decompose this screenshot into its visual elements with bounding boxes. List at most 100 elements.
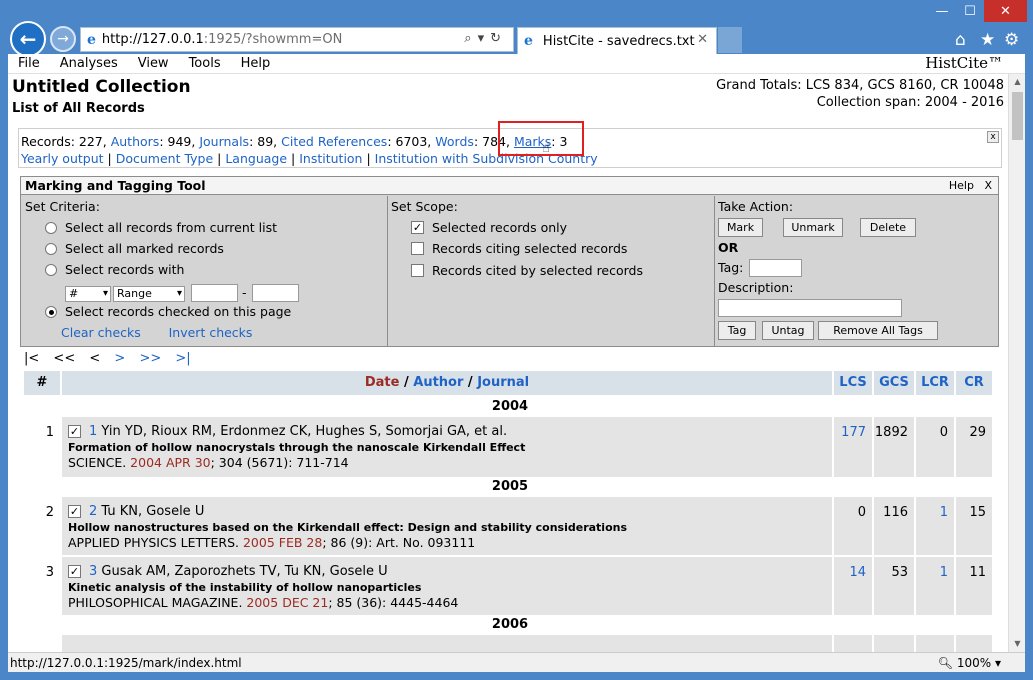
favorites-star-icon[interactable]: ★	[980, 30, 995, 50]
record-lcr-link[interactable]: 1	[940, 505, 948, 520]
checkbox[interactable]	[411, 242, 424, 255]
authors-link[interactable]: Authors	[111, 134, 160, 149]
record-lcr-link[interactable]: 1	[940, 565, 948, 580]
page-viewport: File Analyses View Tools Help HistCite™ …	[8, 54, 1025, 652]
checkbox-checked[interactable]: ✓	[411, 221, 424, 234]
record-lcs-link[interactable]: 177	[841, 425, 866, 440]
maximize-button[interactable]: ☐	[956, 0, 984, 22]
marking-tool-header-actions: Help X	[949, 177, 992, 195]
delete-button[interactable]: Delete	[860, 218, 916, 237]
journals-link[interactable]: Journals	[199, 134, 249, 149]
search-refresh-icons[interactable]: ⌕▾↻	[464, 31, 507, 46]
scroll-down-icon[interactable]: ▼	[1009, 636, 1025, 652]
sort-by-journal-link[interactable]: Journal	[477, 375, 529, 390]
address-bar[interactable]: e http://127.0.0.1:1925/?showmm=ON ⌕▾↻	[80, 27, 514, 52]
criteria-label: Set Criteria:	[25, 199, 100, 214]
record-checkbox-checked[interactable]: ✓	[68, 425, 81, 438]
sort-by-lcr-link[interactable]: LCR	[921, 375, 949, 390]
tab-close-icon[interactable]: ✕	[697, 32, 708, 47]
gear-icon[interactable]: ⚙	[1004, 30, 1019, 50]
authors-count: : 949,	[159, 134, 196, 149]
pager-prev-10[interactable]: <<	[53, 351, 75, 366]
criteria-label-text: Select records checked on this page	[65, 304, 292, 319]
sort-by-date-link[interactable]: Date	[365, 375, 400, 390]
radio-button-selected[interactable]	[45, 305, 57, 318]
stats-close-button[interactable]: x	[987, 131, 999, 143]
range-from-input[interactable]	[191, 284, 238, 302]
radio-button[interactable]	[45, 242, 57, 255]
pager-next[interactable]: >	[114, 351, 125, 366]
criteria-checked-on-page[interactable]: Select records checked on this page	[45, 304, 291, 319]
record-authors: Tu KN, Gosele U	[101, 504, 205, 519]
browser-tab[interactable]: e HistCite - savedrecs.txt ✕	[517, 27, 717, 54]
record-checkbox-checked[interactable]: ✓	[68, 565, 81, 578]
record-id-link[interactable]: 3	[89, 564, 97, 579]
menu-tools[interactable]: Tools	[179, 56, 231, 71]
scope-selected-only[interactable]: ✓ Selected records only	[411, 220, 567, 235]
marking-help-link[interactable]: Help	[949, 179, 974, 192]
pager-next-10[interactable]: >>	[139, 351, 161, 366]
remove-all-tags-button[interactable]: Remove All Tags	[818, 321, 938, 340]
range-to-input[interactable]	[252, 284, 299, 302]
minimize-button[interactable]: —	[928, 0, 956, 22]
tag-label: Tag:	[718, 260, 744, 275]
radio-button[interactable]	[45, 221, 57, 234]
criteria-records-with[interactable]: Select records with	[45, 262, 184, 277]
radio-button[interactable]	[45, 263, 57, 276]
words-link[interactable]: Words	[435, 134, 474, 149]
scroll-up-icon[interactable]: ▲	[1009, 74, 1025, 90]
scope-citing[interactable]: Records citing selected records	[411, 241, 627, 256]
record-cr: 15	[956, 497, 992, 555]
menu-file[interactable]: File	[8, 56, 50, 71]
marking-close-button[interactable]: X	[984, 179, 992, 192]
checkbox[interactable]	[411, 264, 424, 277]
menu-help[interactable]: Help	[231, 56, 281, 71]
description-input[interactable]	[718, 299, 902, 317]
scope-cited-by[interactable]: Records cited by selected records	[411, 263, 643, 278]
criteria-all-current[interactable]: Select all records from current list	[45, 220, 277, 235]
cited-references-link[interactable]: Cited References	[281, 134, 387, 149]
tag-button[interactable]: Tag	[718, 321, 756, 340]
forward-button[interactable]: →	[50, 26, 76, 52]
sort-by-cr-link[interactable]: CR	[964, 375, 984, 390]
marking-tagging-tool: Marking and Tagging Tool Help X Set Crit…	[20, 176, 999, 347]
mark-button[interactable]: Mark	[718, 218, 763, 237]
criteria-all-marked[interactable]: Select all marked records	[45, 241, 224, 256]
collection-span: Collection span: 2004 - 2016	[816, 95, 1004, 110]
cited-count: : 6703,	[387, 134, 432, 149]
field-select[interactable]: #	[65, 286, 111, 302]
record-id-link[interactable]: 1	[89, 424, 97, 439]
pager-first[interactable]: |<	[24, 351, 39, 366]
document-type-link[interactable]: Document Type	[116, 151, 213, 166]
record-lcs-link[interactable]: 14	[849, 565, 866, 580]
untag-button[interactable]: Untag	[762, 321, 814, 340]
pager-prev[interactable]: <	[89, 351, 100, 366]
home-icon[interactable]: ⌂	[955, 30, 966, 50]
institution-link[interactable]: Institution	[299, 151, 362, 166]
range-select[interactable]: Range	[113, 286, 185, 302]
zoom-level[interactable]: 🔍︎ 100% ▾	[938, 653, 1001, 673]
sort-by-gcs-link[interactable]: GCS	[879, 375, 909, 390]
menu-view[interactable]: View	[128, 56, 179, 71]
new-tab-button[interactable]	[718, 27, 742, 53]
arrow-left-icon: ←	[19, 27, 37, 51]
pager-last[interactable]: >|	[175, 351, 190, 366]
back-button[interactable]: ←	[10, 21, 46, 57]
clear-checks-link[interactable]: Clear checks	[61, 325, 141, 340]
record-checkbox-checked[interactable]: ✓	[68, 505, 81, 518]
record-lcs	[834, 635, 872, 652]
invert-checks-link[interactable]: Invert checks	[169, 325, 253, 340]
criteria-label-text: Select all records from current list	[65, 220, 278, 235]
sort-by-lcs-link[interactable]: LCS	[839, 375, 866, 390]
close-window-button[interactable]: ✕	[984, 0, 1027, 22]
menu-analyses[interactable]: Analyses	[50, 56, 128, 71]
tag-input[interactable]	[749, 259, 802, 277]
yearly-output-link[interactable]: Yearly output	[21, 151, 104, 166]
record-author-line: ✓ 3 Gusak AM, Zaporozhets TV, Tu KN, Gose…	[68, 564, 388, 579]
record-id-link[interactable]: 2	[89, 504, 97, 519]
sort-by-author-link[interactable]: Author	[413, 375, 463, 390]
unmark-button[interactable]: Unmark	[783, 218, 843, 237]
scrollbar-thumb[interactable]	[1012, 92, 1023, 140]
vertical-scrollbar[interactable]: ▲ ▼	[1008, 74, 1025, 652]
language-link[interactable]: Language	[225, 151, 287, 166]
